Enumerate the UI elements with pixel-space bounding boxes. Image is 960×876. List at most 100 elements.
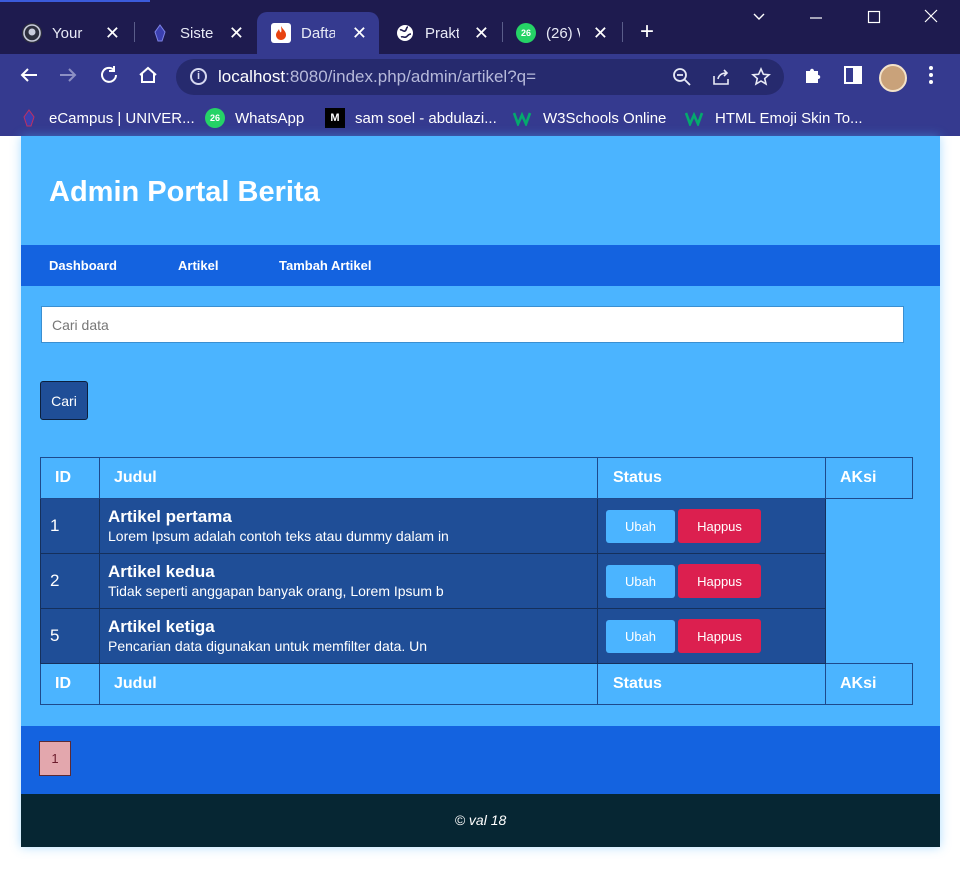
row-id: 1	[40, 498, 100, 554]
bookmarks-bar: eCampus | UNIVER... 26 WhatsApp M sam so…	[0, 100, 960, 136]
bookmark-label: WhatsApp	[235, 109, 305, 127]
column-header-id: ID	[40, 457, 100, 499]
close-icon[interactable]: ✕	[593, 24, 608, 42]
column-footer-id: ID	[40, 663, 100, 705]
articles-table: ID Judul Status AKsi 1 Artikel pertama L…	[40, 457, 913, 705]
row-aksi	[825, 553, 913, 609]
page-link-current[interactable]: 1	[39, 741, 71, 776]
w3schools-icon	[513, 108, 533, 128]
edit-button[interactable]: Ubah	[606, 509, 675, 543]
whatsapp-icon: 26	[516, 23, 536, 43]
bookmark-label: sam soel - abdulazi...	[355, 109, 497, 127]
row-judul: Artikel ketiga Pencarian data digunakan …	[99, 608, 598, 664]
edit-button[interactable]: Ubah	[606, 619, 675, 653]
nav-link-tambah-artikel[interactable]: Tambah Artikel	[279, 258, 371, 273]
nav-link-dashboard[interactable]: Dashboard	[49, 258, 117, 273]
row-id: 2	[40, 553, 100, 609]
reload-icon[interactable]	[98, 64, 120, 92]
page-viewport: Admin Portal Berita Dashboard Artikel Ta…	[0, 136, 960, 876]
delete-button[interactable]: Happus	[678, 564, 761, 598]
main-content: Cari ID Judul Status AKsi 1 Artikel pert…	[21, 286, 940, 726]
page-container: Admin Portal Berita Dashboard Artikel Ta…	[21, 136, 940, 847]
bookmark-emoji-skin[interactable]: HTML Emoji Skin To...	[685, 108, 863, 128]
whatsapp-icon: 26	[205, 108, 225, 128]
article-excerpt: Tidak seperti anggapan banyak orang, Lor…	[108, 583, 444, 599]
row-judul: Artikel pertama Lorem Ipsum adalah conto…	[99, 498, 598, 554]
tab-title: (26) W	[546, 24, 580, 42]
github-icon	[22, 23, 42, 43]
bookmark-w3schools[interactable]: W3Schools Online	[513, 108, 666, 128]
search-input[interactable]	[41, 306, 904, 343]
bookmark-label: W3Schools Online	[543, 109, 667, 127]
zoom-out-icon[interactable]	[672, 67, 692, 92]
close-icon[interactable]: ✕	[352, 24, 367, 42]
forward-arrow-icon[interactable]	[57, 64, 79, 92]
bookmark-medium[interactable]: M sam soel - abdulazi...	[325, 108, 497, 128]
tab-title: Sistem	[180, 24, 214, 42]
browser-menu-icon[interactable]	[926, 64, 936, 92]
side-panel-icon[interactable]	[842, 64, 864, 92]
bookmark-whatsapp[interactable]: 26 WhatsApp	[205, 108, 304, 128]
tab-github[interactable]: Your R ✕	[8, 12, 132, 54]
column-footer-aksi: AKsi	[825, 663, 913, 705]
tab-praktik[interactable]: Praktik ✕	[381, 12, 501, 54]
article-excerpt: Lorem Ipsum adalah contoh teks atau dumm…	[108, 528, 449, 544]
close-icon[interactable]: ✕	[229, 24, 244, 42]
bookmark-label: eCampus | UNIVER...	[49, 109, 195, 127]
extensions-puzzle-icon[interactable]	[802, 64, 824, 92]
close-window-icon[interactable]	[923, 8, 939, 29]
article-excerpt: Pencarian data digunakan untuk memfilter…	[108, 638, 428, 654]
medium-icon: M	[325, 108, 345, 128]
codeigniter-flame-icon	[271, 23, 291, 43]
bookmark-label: HTML Emoji Skin To...	[715, 109, 863, 127]
url-text[interactable]: localhost:8080/index.php/admin/artikel?q…	[218, 67, 536, 87]
url-bar[interactable]: i localhost:8080/index.php/admin/artikel…	[176, 59, 784, 95]
bookmark-ecampus[interactable]: eCampus | UNIVER...	[19, 108, 195, 128]
close-icon[interactable]: ✕	[105, 24, 120, 42]
chevron-down-icon[interactable]	[751, 8, 767, 29]
site-info-icon[interactable]: i	[190, 68, 207, 85]
back-arrow-icon[interactable]	[18, 64, 40, 92]
table-header-row: ID Judul Status AKsi	[40, 457, 913, 499]
new-tab-plus-icon[interactable]: +	[640, 20, 654, 44]
delete-button[interactable]: Happus	[678, 509, 761, 543]
row-status: Ubah Happus	[597, 553, 826, 609]
nav-link-artikel[interactable]: Artikel	[178, 258, 218, 273]
site-title: Admin Portal Berita	[49, 176, 320, 208]
row-judul: Artikel kedua Tidak seperti anggapan ban…	[99, 553, 598, 609]
search-button[interactable]: Cari	[40, 381, 88, 420]
column-header-status: Status	[597, 457, 826, 499]
tab-daftar[interactable]: Daftar ✕	[257, 12, 379, 54]
minimize-icon[interactable]	[808, 8, 824, 29]
tab-strip-accent	[0, 0, 150, 2]
tab-title: Praktik	[425, 24, 459, 42]
column-header-aksi: AKsi	[825, 457, 913, 499]
profile-avatar[interactable]	[879, 64, 907, 92]
row-aksi	[825, 498, 913, 554]
table-row: 1 Artikel pertama Lorem Ipsum adalah con…	[40, 498, 913, 554]
row-status: Ubah Happus	[597, 608, 826, 664]
table-row: 2 Artikel kedua Tidak seperti anggapan b…	[40, 553, 913, 609]
tab-sistem[interactable]: Sistem ✕	[136, 12, 256, 54]
tab-whatsapp[interactable]: 26 (26) W ✕	[502, 12, 620, 54]
globe-icon	[395, 23, 415, 43]
bookmark-star-icon[interactable]	[751, 67, 771, 92]
home-icon[interactable]	[137, 64, 159, 92]
share-icon[interactable]	[711, 67, 731, 92]
tab-separator	[622, 22, 623, 42]
close-icon[interactable]: ✕	[474, 24, 489, 42]
tab-title: Daftar	[301, 24, 335, 42]
address-bar-row: i localhost:8080/index.php/admin/artikel…	[0, 54, 960, 100]
delete-button[interactable]: Happus	[678, 619, 761, 653]
tab-title: Your R	[52, 24, 86, 42]
edit-button[interactable]: Ubah	[606, 564, 675, 598]
maximize-icon[interactable]	[866, 8, 882, 29]
main-nav: Dashboard Artikel Tambah Artikel	[21, 245, 940, 286]
column-footer-judul: Judul	[99, 663, 598, 705]
site-header: Admin Portal Berita	[21, 136, 940, 245]
campus-logo-icon	[19, 108, 39, 128]
article-title: Artikel ketiga	[108, 617, 215, 636]
table-row: 5 Artikel ketiga Pencarian data digunaka…	[40, 608, 913, 664]
article-title: Artikel pertama	[108, 507, 232, 526]
browser-tab-strip: Your R ✕ Sistem ✕ Daftar ✕ Praktik ✕ 26 …	[0, 0, 960, 54]
